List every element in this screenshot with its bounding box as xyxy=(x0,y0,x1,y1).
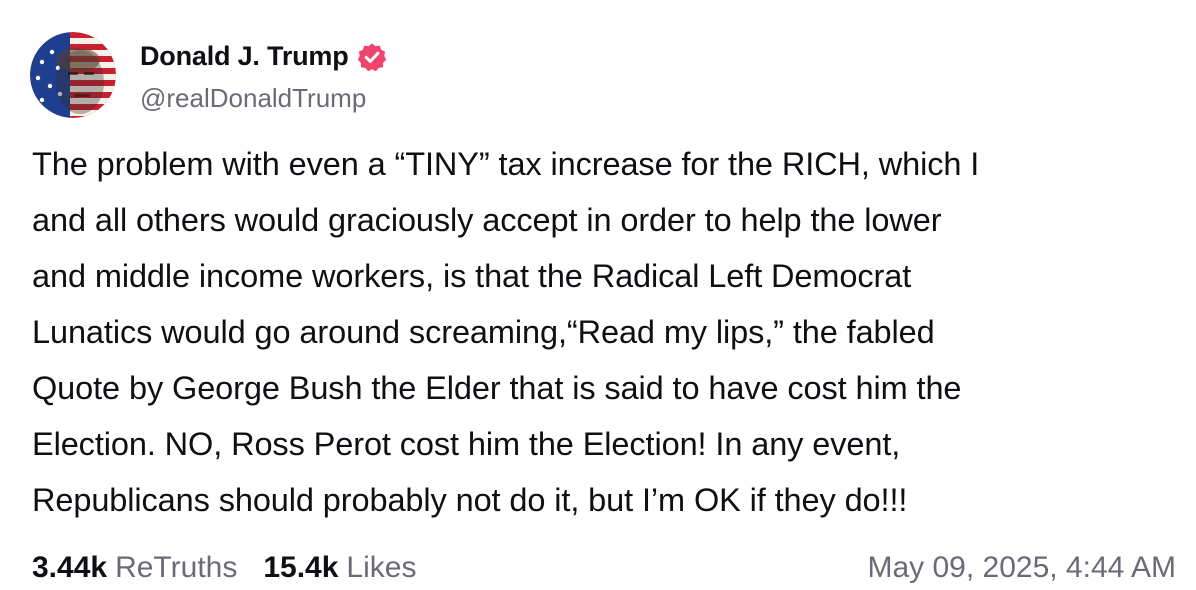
display-name[interactable]: Donald J. Trump xyxy=(140,41,349,72)
retruths-count: 3.44k xyxy=(32,551,108,584)
likes-label: Likes xyxy=(346,551,417,584)
user-handle[interactable]: @realDonaldTrump xyxy=(140,83,387,114)
avatar[interactable] xyxy=(30,32,116,118)
verified-badge-icon xyxy=(357,42,387,72)
likes-stat[interactable]: 15.4k Likes xyxy=(263,551,416,585)
retruths-stat[interactable]: 3.44k ReTruths xyxy=(32,551,237,585)
likes-count: 15.4k xyxy=(263,551,339,584)
post-header: Donald J. Trump @realDonaldTrump xyxy=(30,30,387,120)
avatar-image xyxy=(30,32,116,118)
post-footer: 3.44k ReTruths 15.4k Likes May 09, 2025,… xyxy=(32,546,1176,590)
author-info: Donald J. Trump @realDonaldTrump xyxy=(140,37,387,114)
name-row: Donald J. Trump xyxy=(140,37,387,77)
retruths-label: ReTruths xyxy=(115,551,238,584)
post-timestamp[interactable]: May 09, 2025, 4:44 AM xyxy=(867,551,1176,585)
post-text: The problem with even a “TINY” tax incre… xyxy=(32,146,980,518)
truth-post: Donald J. Trump @realDonaldTrump The pro… xyxy=(0,0,1196,590)
